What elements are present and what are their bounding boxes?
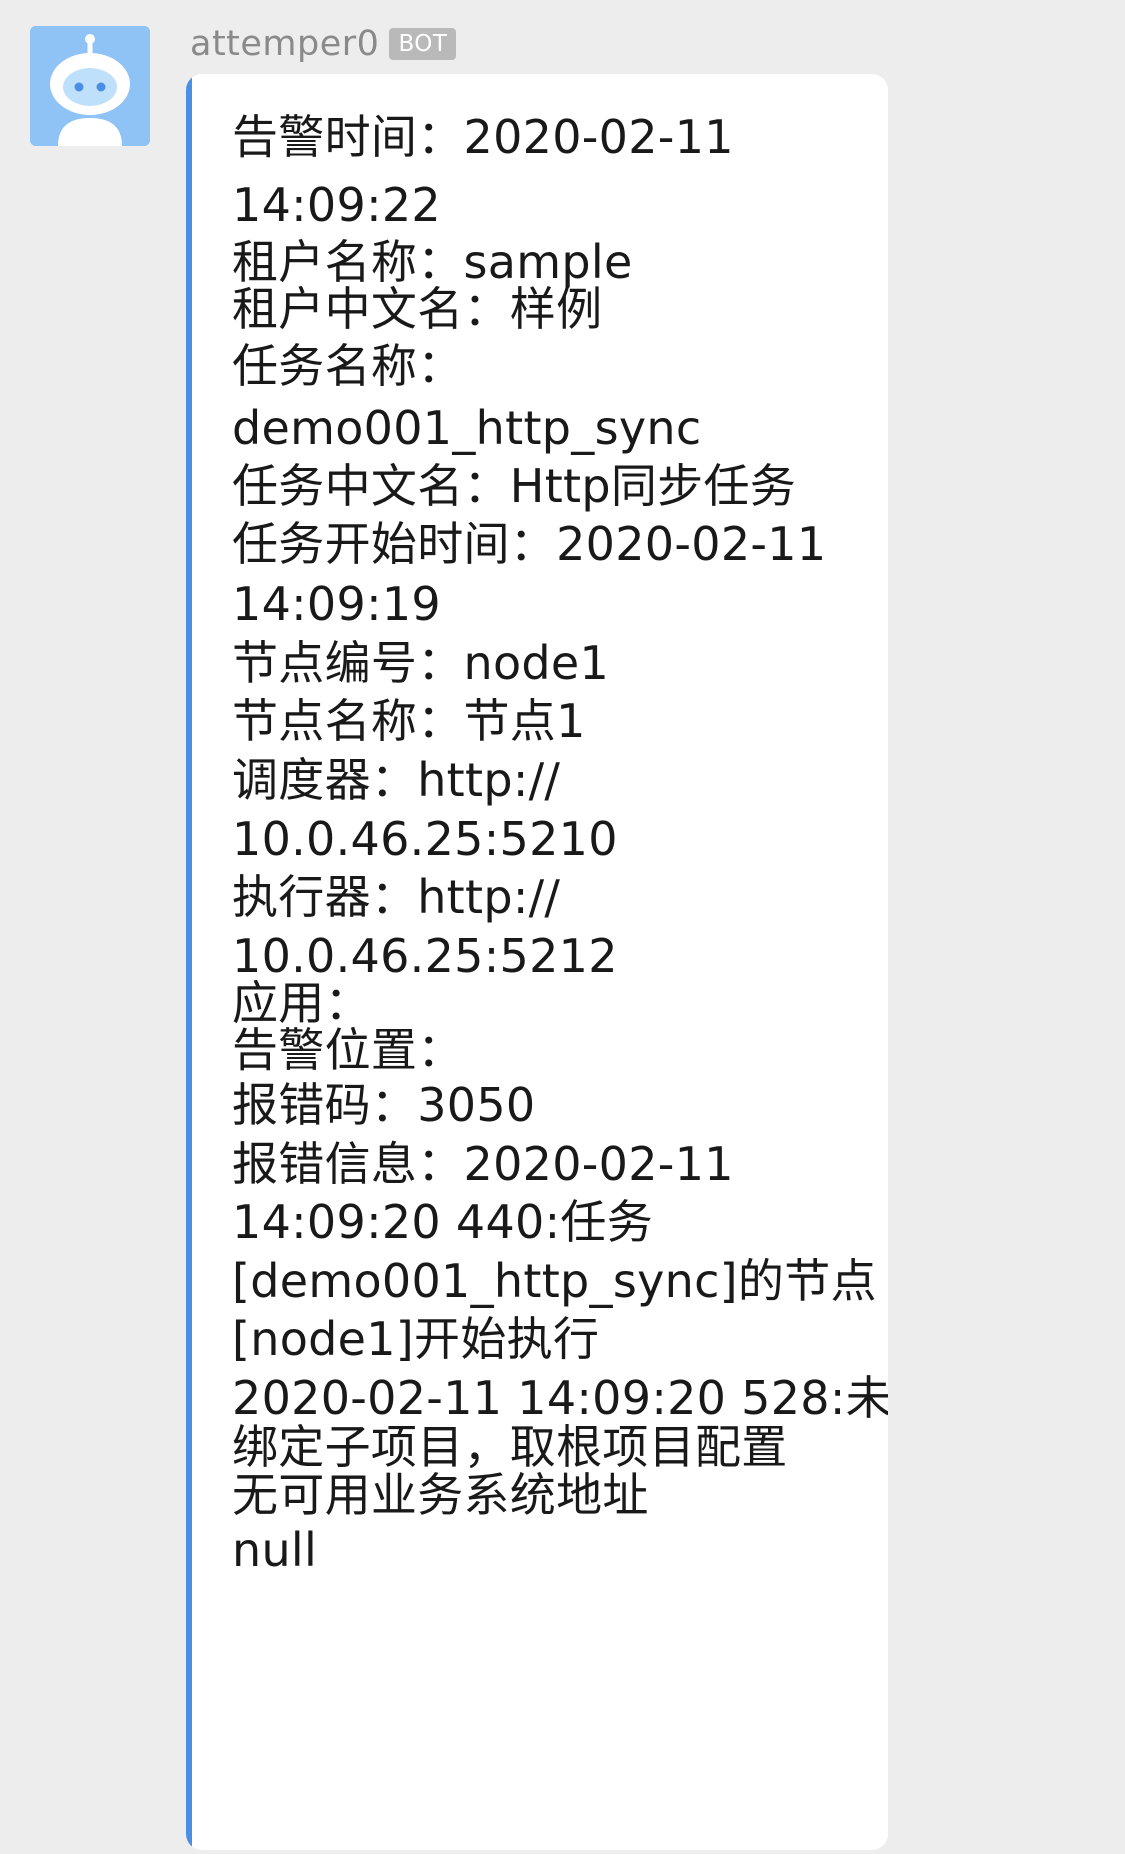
message-line: [node1]开始执行 [232, 1312, 600, 1366]
message-line: 报错码：3050 [232, 1078, 536, 1132]
message-line: 任务中文名：Http同步任务 [232, 459, 797, 513]
message-line: null [232, 1523, 318, 1577]
message-line: [demo001_http_sync]的节点 [232, 1254, 877, 1308]
message-line: 14:09:19 [232, 577, 441, 631]
message-line: 10.0.46.25:5210 [232, 812, 618, 866]
message-line: demo001_http_sync [232, 401, 702, 455]
message-line: 任务名称： [232, 339, 464, 393]
message-line: 14:09:22 [232, 178, 441, 232]
message-line: 执行器：http:// [232, 870, 561, 924]
message-line: 无可用业务系统地址 [232, 1468, 649, 1522]
message-line: 任务开始时间：2020-02-11 [232, 517, 827, 571]
message-line: 调度器：http:// [232, 753, 561, 807]
message-line: 14:09:20 440:任务 [232, 1195, 654, 1249]
robot-avatar-icon[interactable] [30, 26, 150, 146]
bot-badge: BOT [389, 28, 457, 60]
message-text: 告警时间：2020-02-11 14:09:22 租户名称：sample 租户中… [186, 74, 888, 1850]
message-line: 节点编号：node1 [232, 636, 610, 690]
message-sender: attemper0 BOT [190, 20, 457, 68]
message-bubble[interactable]: 告警时间：2020-02-11 14:09:22 租户名称：sample 租户中… [186, 74, 888, 1850]
message-line: 告警时间：2020-02-11 [232, 110, 734, 164]
message-line: 报错信息：2020-02-11 [232, 1137, 734, 1191]
message-line: 租户中文名：样例 [232, 282, 603, 336]
sender-name[interactable]: attemper0 [190, 24, 379, 64]
message-line: 节点名称：节点1 [232, 694, 586, 748]
message-line: 告警位置： [232, 1023, 464, 1077]
